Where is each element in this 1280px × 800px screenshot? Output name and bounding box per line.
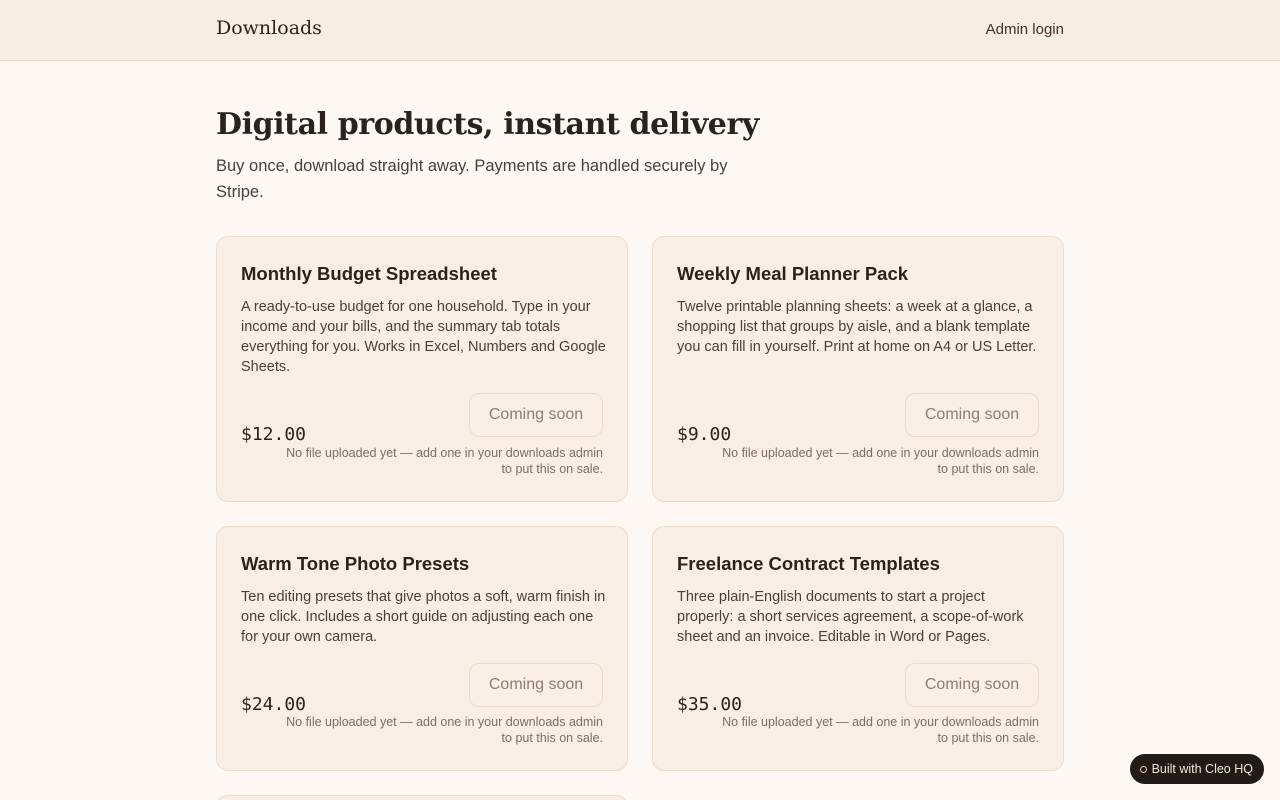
- no-file-note: No file uploaded yet — add one in your d…: [286, 446, 603, 476]
- product-description: Ten editing presets that give photos a s…: [241, 589, 606, 645]
- product-title: Freelance Contract Templates: [677, 553, 940, 574]
- product-title: Weekly Meal Planner Pack: [677, 263, 909, 284]
- page-subtitle: Buy once, download straight away. Paymen…: [216, 157, 728, 201]
- top-bar: Downloads Admin login: [0, 0, 1280, 61]
- no-file-note: No file uploaded yet — add one in your d…: [722, 715, 1039, 745]
- coming-soon-button[interactable]: Coming soon: [469, 663, 603, 707]
- product-price: $24.00: [241, 694, 307, 715]
- product-price: $9.00: [677, 424, 732, 445]
- circle-icon: [1139, 765, 1147, 773]
- product-title: Monthly Budget Spreadsheet: [241, 263, 497, 284]
- product-title: Warm Tone Photo Presets: [241, 553, 470, 574]
- coming-soon-button[interactable]: Coming soon: [905, 393, 1039, 437]
- product-card: Weekly Meal Planner Pack Twelve printabl…: [652, 236, 1064, 502]
- coming-soon-button[interactable]: Coming soon: [905, 663, 1039, 707]
- no-file-note: No file uploaded yet — add one in your d…: [286, 715, 603, 745]
- admin-login-link[interactable]: Admin login: [986, 21, 1064, 38]
- product-card: [216, 795, 628, 800]
- product-card: Warm Tone Photo Presets Ten editing pres…: [216, 526, 628, 771]
- coming-soon-button[interactable]: Coming soon: [469, 393, 603, 437]
- site-brand[interactable]: Downloads: [216, 17, 322, 39]
- product-card: Monthly Budget Spreadsheet A ready-to-us…: [216, 236, 628, 502]
- badge-label: Built with Cleo HQ: [1151, 762, 1253, 776]
- no-file-note: No file uploaded yet — add one in your d…: [722, 446, 1039, 476]
- product-price: $35.00: [677, 694, 743, 715]
- product-description: A ready-to-use budget for one household.…: [241, 299, 606, 375]
- product-price: $12.00: [241, 424, 307, 445]
- product-card: Freelance Contract Templates Three plain…: [652, 526, 1064, 771]
- product-description: Three plain-English documents to start a…: [677, 589, 1024, 645]
- page-title: Digital products, instant delivery: [216, 107, 759, 142]
- built-with-badge[interactable]: Built with Cleo HQ: [1129, 754, 1264, 784]
- product-description: Twelve printable planning sheets: a week…: [677, 299, 1037, 355]
